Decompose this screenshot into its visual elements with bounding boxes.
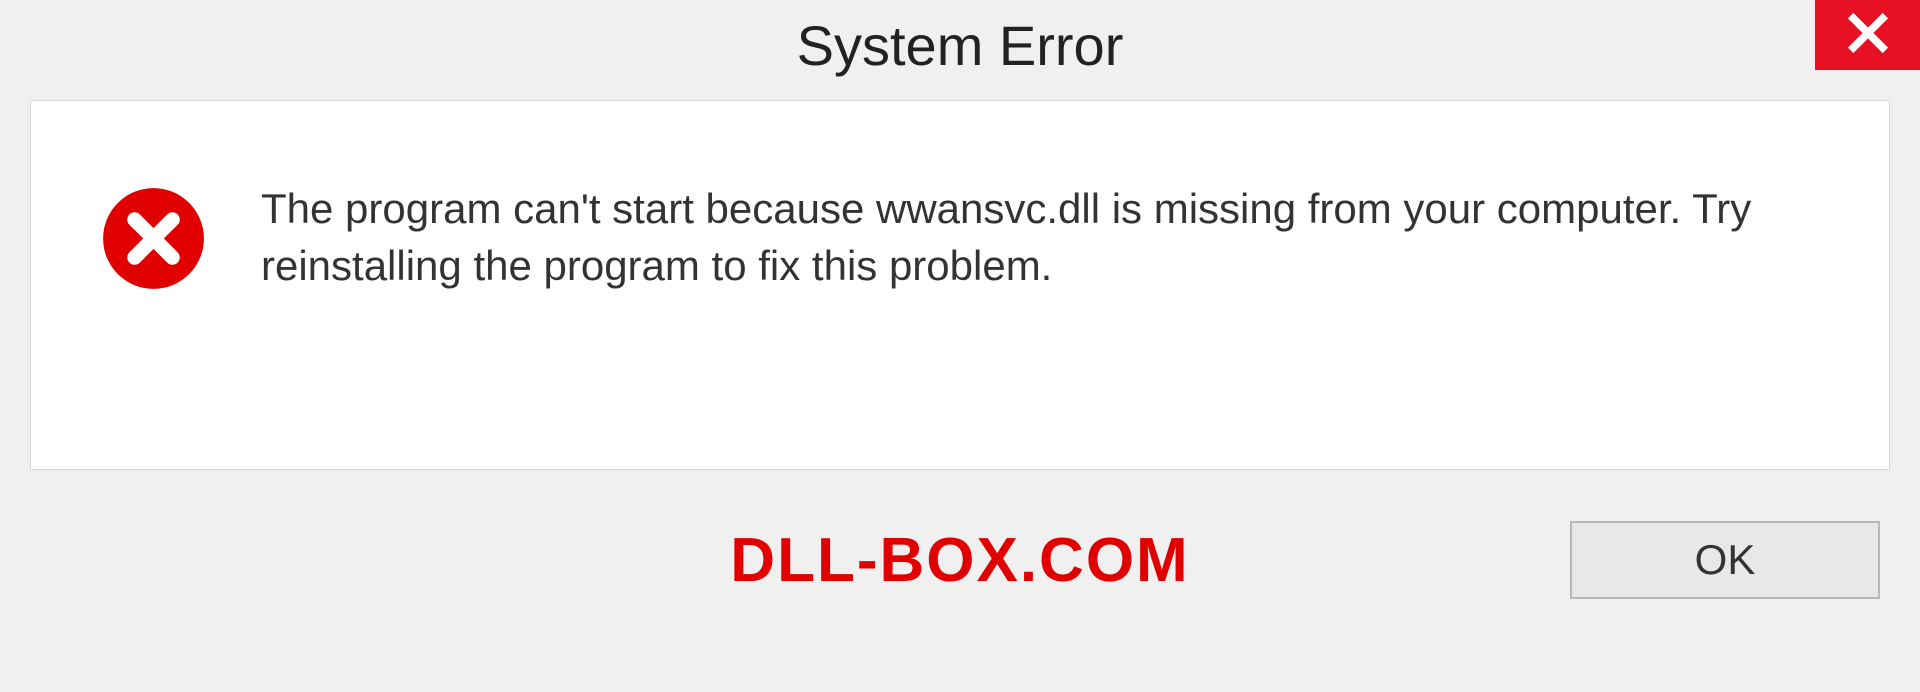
error-icon [101,186,206,291]
close-icon [1846,11,1890,60]
ok-button[interactable]: OK [1570,521,1880,599]
dialog-title: System Error [797,13,1124,78]
ok-button-label: OK [1695,536,1756,584]
dialog-body: The program can't start because wwansvc.… [30,100,1890,470]
dialog-footer: DLL-BOX.COM OK [30,470,1890,650]
titlebar: System Error [0,0,1920,90]
error-message: The program can't start because wwansvc.… [261,181,1829,294]
close-button[interactable] [1815,0,1920,70]
watermark-text: DLL-BOX.COM [730,525,1189,596]
